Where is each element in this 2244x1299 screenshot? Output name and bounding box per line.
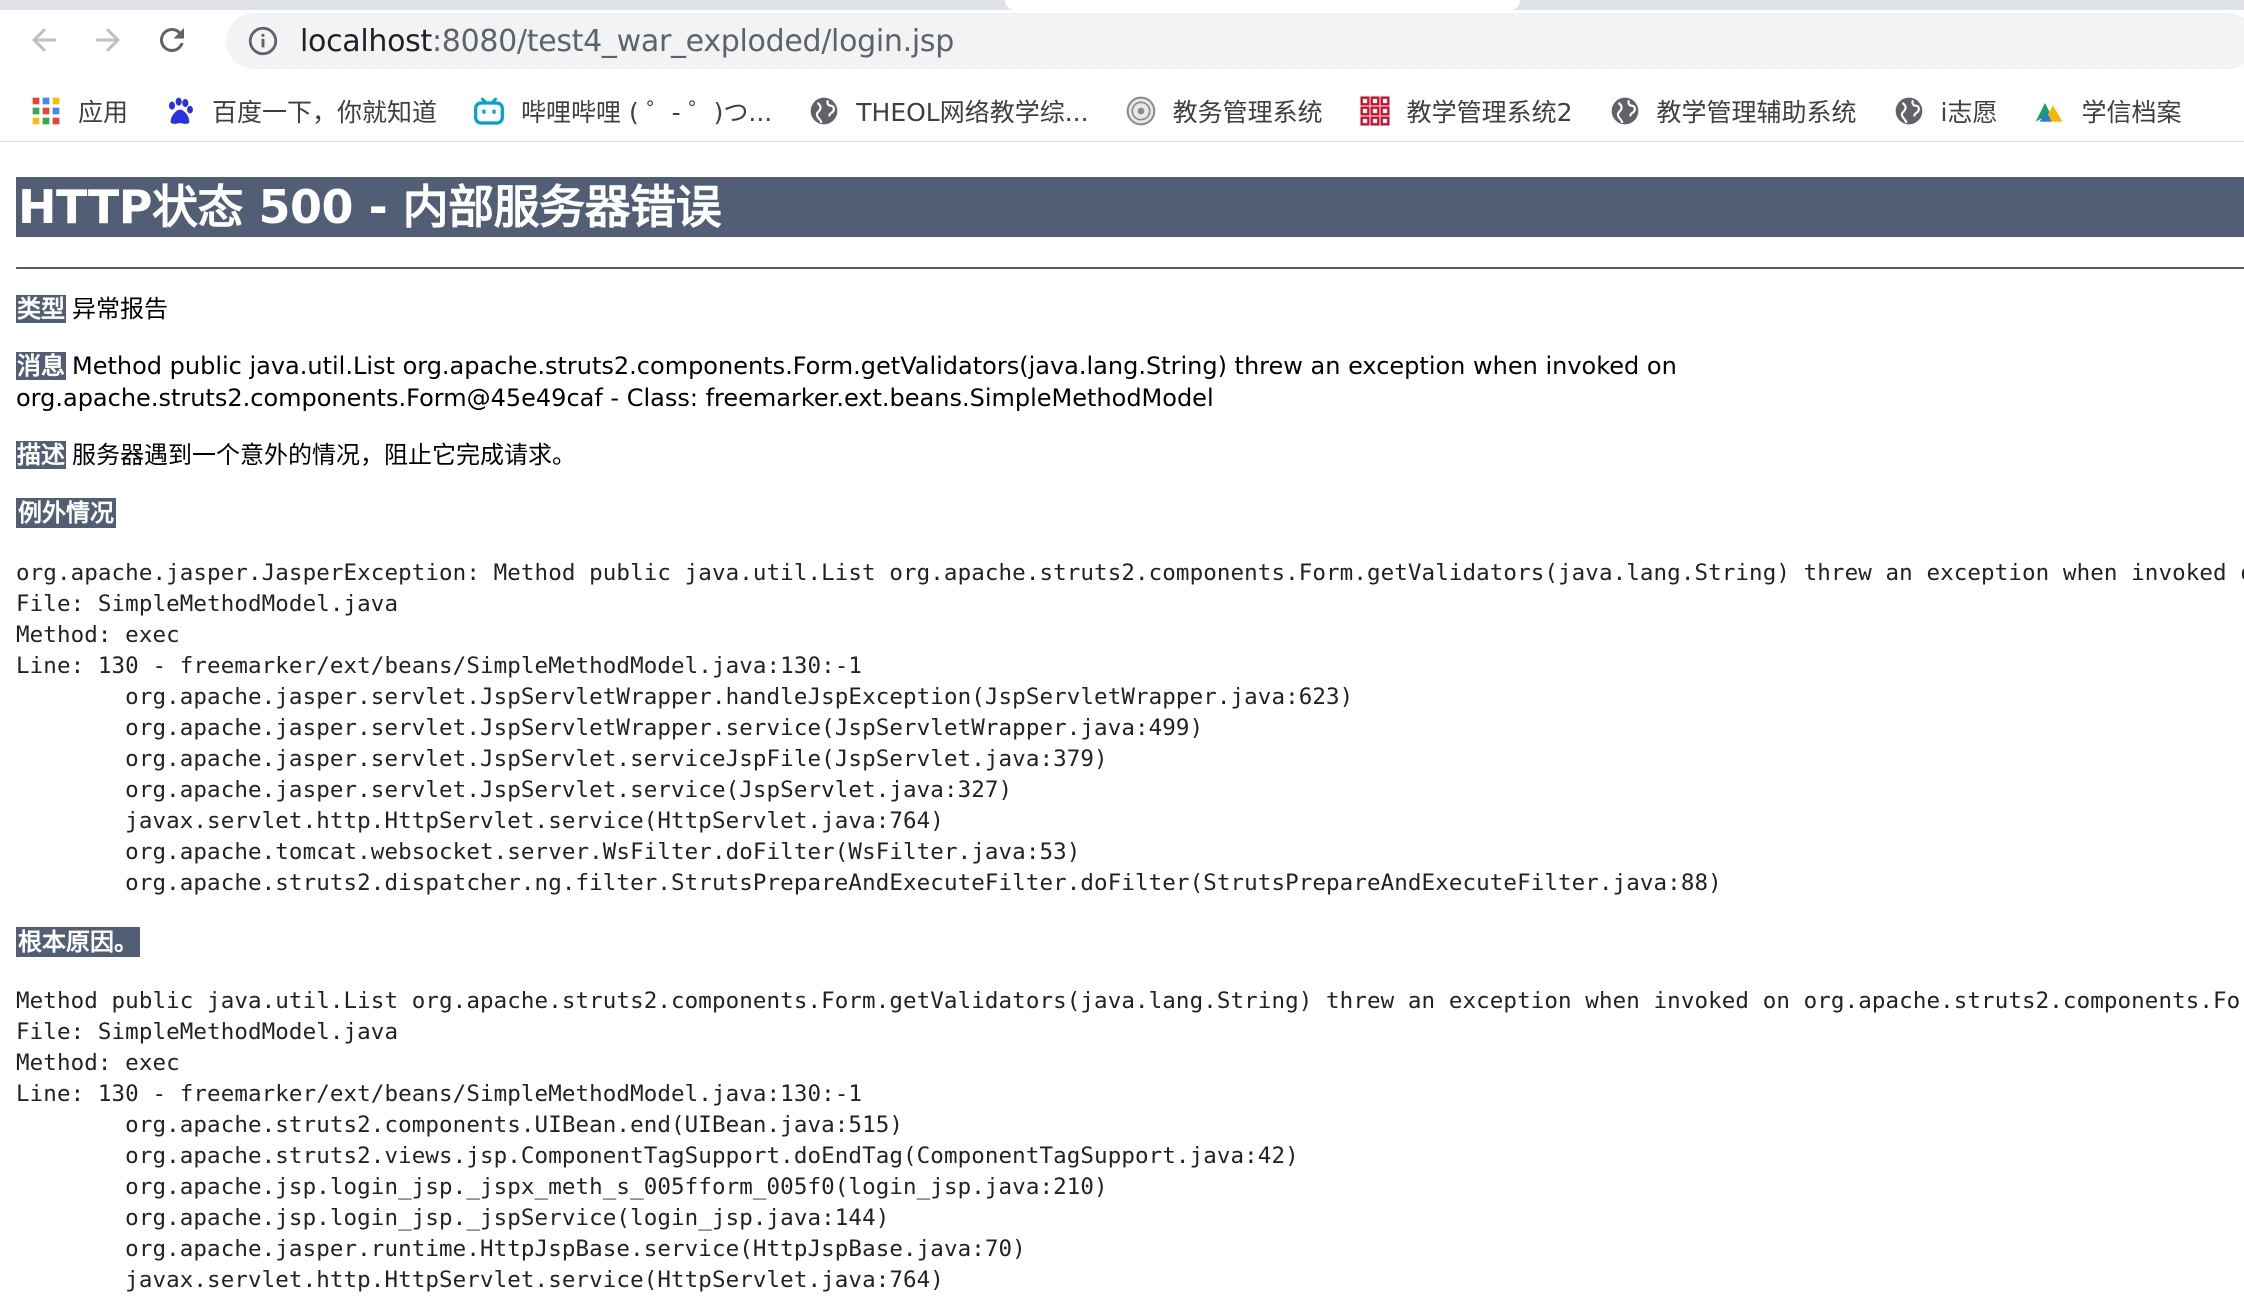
type-row: 类型 异常报告 [16,293,2226,325]
message-label: 消息 [16,352,66,380]
globe-icon [808,95,840,127]
description-value: 服务器遇到一个意外的情况，阻止它完成请求。 [72,441,576,469]
arrow-right-icon [96,28,120,52]
bookmark-label: i志愿 [1940,97,1998,127]
back-button[interactable] [16,12,72,68]
apps-grid-icon [30,95,62,127]
root-cause-stack-trace: Method public java.util.List org.apache.… [16,988,2244,1293]
exception-stack-trace: org.apache.jasper.JasperException: Metho… [16,560,2244,896]
bookmark-theol[interactable]: THEOL网络教学综... [808,93,1089,129]
bookmark-jiaoxue2[interactable]: 教学管理系统2 [1359,93,1573,129]
url-host: localhost [300,23,432,59]
arrow-left-icon [32,28,56,52]
chsi-icon [2033,95,2065,127]
bookmark-label: THEOL网络教学综... [856,97,1089,127]
bookmark-jiaowu[interactable]: 教务管理系统 [1125,93,1323,129]
address-bar[interactable]: localhost:8080/test4_war_exploded/login.… [226,13,2244,69]
bookmark-label: 教学管理系统2 [1406,97,1573,127]
bilibili-icon [473,95,505,127]
bookmark-apps[interactable]: 应用 [30,93,128,129]
baidu-paw-icon [164,95,196,127]
bookmark-label: 学信档案 [2081,97,2182,127]
url-path: :8080/test4_war_exploded/login.jsp [431,23,954,59]
tab-strip [0,0,2244,10]
seal-icon [1125,95,1157,127]
grid-red-icon [1359,95,1391,127]
globe-icon [1893,95,1925,127]
description-row: 描述 服务器遇到一个意外的情况，阻止它完成请求。 [16,439,2226,471]
url-text[interactable]: localhost:8080/test4_war_exploded/login.… [300,24,954,59]
bookmark-label: 应用 [78,97,129,127]
type-value: 异常报告 [72,295,168,323]
bookmark-label: 哔哩哔哩 ( ゜- ゜)つ... [521,97,773,127]
browser-chrome: localhost:8080/test4_war_exploded/login.… [0,0,2244,142]
bookmark-xuexin[interactable]: 学信档案 [2033,93,2181,129]
page-title: HTTP状态 500 - 内部服务器错误 [16,177,2244,237]
bookmark-baidu[interactable]: 百度一下，你就知道 [164,93,437,129]
exception-heading: 例外情况 [16,498,116,528]
root-cause-heading: 根本原因。 [16,927,140,957]
globe-icon [1609,95,1641,127]
bookmarks-bar: 应用 百度一下，你就知道 哔哩哔哩 ( ゜- ゜)つ... THEOL网络教学综… [0,80,2244,142]
active-tab[interactable] [1005,0,1520,10]
reload-button[interactable] [144,12,200,68]
description-label: 描述 [16,441,66,469]
bookmark-bilibili[interactable]: 哔哩哔哩 ( ゜- ゜)つ... [473,93,772,129]
reload-icon [159,27,184,52]
message-value: Method public java.util.List org.apache.… [16,352,1677,412]
browser-toolbar: localhost:8080/test4_war_exploded/login.… [0,0,2244,80]
bookmark-label: 百度一下，你就知道 [212,97,438,127]
info-icon[interactable] [246,24,280,58]
divider [16,267,2244,269]
error-page: HTTP状态 500 - 内部服务器错误 类型 异常报告 消息 Method pub… [0,143,2244,1299]
type-label: 类型 [16,295,66,323]
message-row: 消息 Method public java.util.List org.apach… [16,350,2226,414]
bookmark-fuzhu[interactable]: 教学管理辅助系统 [1609,93,1857,129]
bookmark-izhiyuan[interactable]: i志愿 [1893,93,1998,129]
bookmark-label: 教务管理系统 [1172,97,1323,127]
bookmark-label: 教学管理辅助系统 [1656,97,1857,127]
forward-button[interactable] [80,12,136,68]
